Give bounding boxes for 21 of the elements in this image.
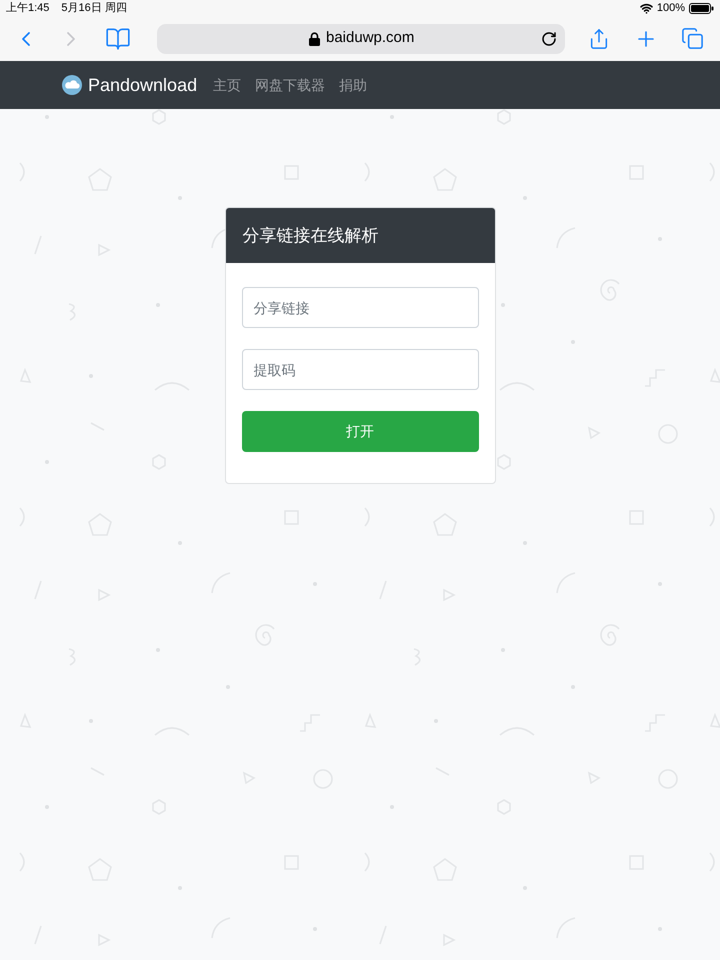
nav-link[interactable]: 网盘下载器 bbox=[255, 74, 326, 96]
reload-icon[interactable] bbox=[541, 30, 557, 46]
status-time: 上午1:45 bbox=[6, 0, 50, 16]
brand-link[interactable]: Pandownload bbox=[88, 72, 198, 98]
input-field[interactable]: 提取码 bbox=[242, 349, 478, 390]
address-field[interactable]: baiduwp.com bbox=[157, 24, 565, 54]
battery-percent: 100% bbox=[656, 0, 685, 16]
tabs-icon[interactable] bbox=[681, 27, 704, 50]
status-date: 5月16日 周四 bbox=[61, 0, 127, 16]
share-icon[interactable] bbox=[588, 28, 610, 50]
url-text: baiduwp.com bbox=[326, 28, 414, 48]
bookmarks-icon[interactable] bbox=[105, 26, 131, 52]
input-field[interactable]: 分享链接 bbox=[242, 287, 478, 328]
wifi-icon bbox=[640, 2, 653, 14]
card-title: 分享链接在线解析 bbox=[242, 224, 378, 247]
lock-icon bbox=[309, 32, 320, 46]
submit-button[interactable]: 打开 bbox=[242, 411, 478, 452]
nav-link[interactable]: 主页 bbox=[213, 74, 242, 96]
battery-icon bbox=[689, 2, 714, 14]
cloud-logo-icon bbox=[62, 75, 82, 95]
nav-link[interactable]: 捐助 bbox=[339, 74, 368, 96]
